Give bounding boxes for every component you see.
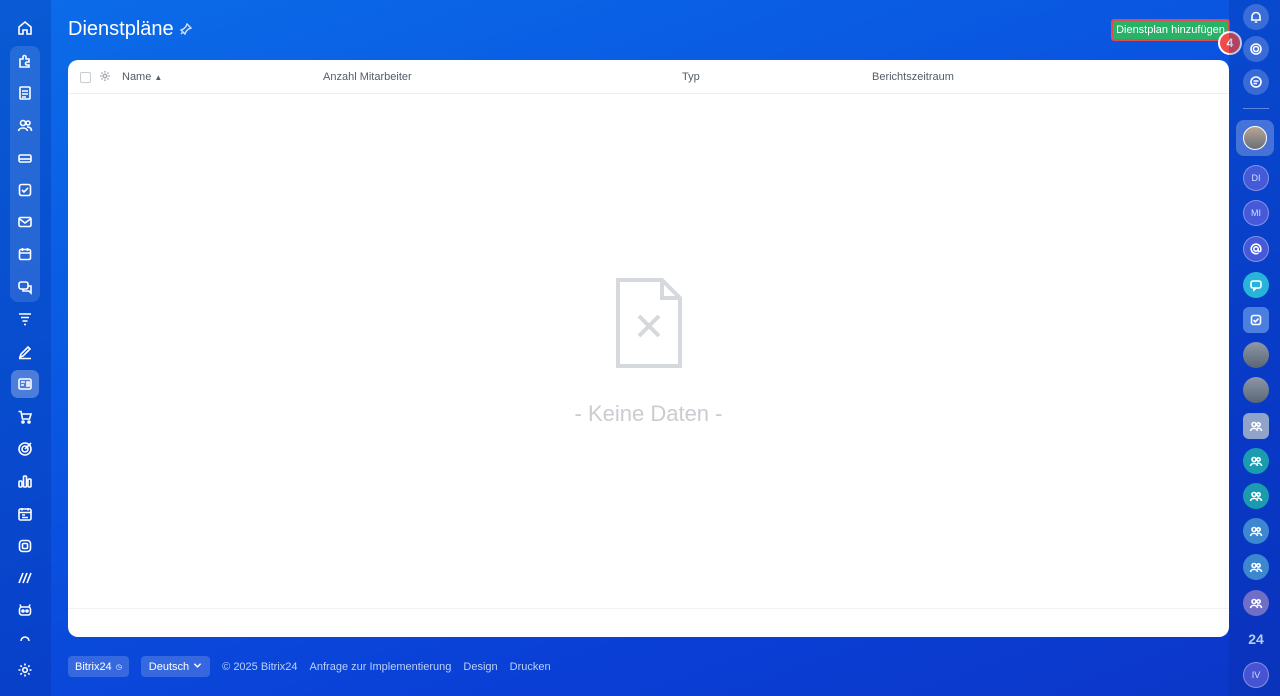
empty-state-text: - Keine Daten - — [574, 401, 723, 426]
shift-plans-grid: Name ▲ Anzahl Mitarbeiter Typ Berichtszei… — [68, 60, 1229, 637]
copilot-icon[interactable] — [1243, 36, 1269, 62]
empty-file-icon — [68, 278, 1229, 373]
page-title: Dienstpläne — [68, 18, 192, 41]
add-shift-plan-button[interactable]: Dienstplan hinzufügen — [1111, 19, 1230, 41]
footer-link-design[interactable]: Design — [463, 661, 497, 673]
group-chat-icon[interactable] — [1243, 554, 1269, 580]
chevron-down-icon — [193, 661, 202, 673]
avatar-iv[interactable]: IV — [1243, 662, 1269, 688]
column-header-period[interactable]: Berichtszeitraum — [872, 71, 954, 83]
task-icon[interactable] — [11, 176, 39, 204]
current-user-avatar[interactable] — [1236, 120, 1274, 156]
open-lines-icon[interactable] — [1243, 272, 1269, 298]
group-chat-icon[interactable] — [1243, 518, 1269, 544]
puzzle-icon[interactable] — [11, 47, 39, 75]
group-chat-icon[interactable] — [1243, 448, 1269, 474]
settings-icon[interactable] — [11, 656, 39, 684]
sort-asc-icon: ▲ — [154, 73, 163, 82]
column-header-employees[interactable]: Anzahl Mitarbeiter — [323, 71, 412, 83]
bitrix24-counter[interactable]: 24 — [1243, 626, 1269, 652]
table-header: Name ▲ Anzahl Mitarbeiter Typ Berichtszei… — [68, 60, 1229, 94]
page-title-text: Dienstpläne — [68, 18, 174, 40]
footer-link-implementation[interactable]: Anfrage zur Implementierung — [310, 661, 452, 673]
footer-link-print[interactable]: Drucken — [510, 661, 551, 673]
inbox-icon[interactable] — [11, 144, 39, 172]
column-header-name[interactable]: Name ▲ — [122, 71, 162, 83]
tasks-chat-icon[interactable] — [1243, 307, 1269, 333]
mail-icon[interactable] — [11, 208, 39, 236]
chart-icon[interactable] — [11, 467, 39, 495]
group-photo-avatar[interactable] — [1243, 377, 1269, 403]
copyright-text: © 2025 Bitrix24 — [222, 660, 298, 673]
column-header-type[interactable]: Typ — [682, 71, 700, 83]
robot-icon[interactable] — [11, 596, 39, 624]
shifts-icon[interactable] — [11, 370, 39, 398]
language-selector[interactable]: Deutsch — [140, 656, 211, 677]
document-icon[interactable] — [11, 79, 39, 107]
brand-icon[interactable] — [11, 564, 39, 592]
bell-icon[interactable] — [1243, 4, 1269, 30]
empty-state: - Keine Daten - — [68, 278, 1229, 427]
cart-icon[interactable] — [11, 403, 39, 431]
users-icon[interactable] — [11, 111, 39, 139]
group-chat-icon[interactable] — [1243, 413, 1269, 439]
right-sidebar: DI MI 24 IV — [1229, 0, 1280, 696]
left-sidebar — [0, 0, 51, 696]
home-icon[interactable] — [11, 14, 39, 42]
sign-icon[interactable] — [11, 338, 39, 366]
calendar-icon[interactable] — [11, 240, 39, 268]
select-all-checkbox[interactable] — [80, 72, 91, 83]
planner-icon[interactable] — [11, 500, 39, 528]
search-chat-icon[interactable] — [1243, 69, 1269, 95]
more-icon[interactable] — [11, 630, 39, 644]
bitrix24-brand-chip[interactable]: Bitrix24 ◷ — [68, 656, 129, 677]
chat-icon[interactable] — [11, 273, 39, 301]
clock-icon: ◷ — [115, 663, 122, 671]
group-chat-icon[interactable] — [1243, 590, 1269, 616]
target-icon[interactable] — [11, 435, 39, 463]
right-sidebar-divider — [1243, 108, 1269, 109]
at-sign-icon[interactable] — [1243, 236, 1269, 262]
filter-icon[interactable] — [11, 305, 39, 333]
page-footer: Bitrix24 ◷ Deutsch © 2025 Bitrix24 Anfrag… — [68, 656, 551, 677]
grid-footer-divider — [68, 608, 1229, 609]
gear-icon[interactable] — [99, 70, 111, 85]
avatar-di[interactable]: DI — [1243, 165, 1269, 191]
group-photo-avatar[interactable] — [1243, 342, 1269, 368]
avatar-mi[interactable]: MI — [1243, 200, 1269, 226]
group-chat-icon[interactable] — [1243, 483, 1269, 509]
pin-icon[interactable] — [179, 18, 192, 41]
widget-icon[interactable] — [11, 532, 39, 560]
